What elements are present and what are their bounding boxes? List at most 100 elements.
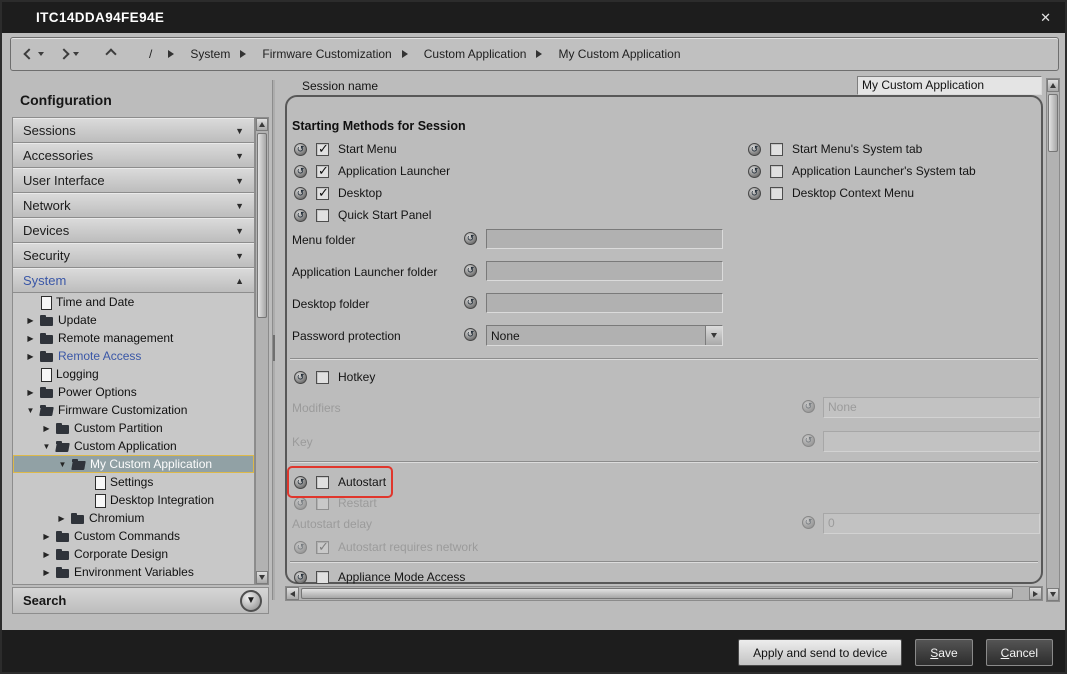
desktop-folder-field[interactable] [486,293,723,313]
breadcrumb-item-custom-application[interactable]: Custom Application [424,47,527,61]
main-vertical-scrollbar[interactable] [1046,78,1060,602]
tree-expand-arrow[interactable]: ▶ [41,568,52,577]
reset-param-icon[interactable] [464,328,477,341]
application-launcher-checkbox[interactable] [316,165,329,178]
tree-item-custom-partition[interactable]: ▶ Custom Partition [13,419,254,437]
sidebar-item-devices[interactable]: Devices ▼ [13,218,254,243]
reset-param-icon[interactable] [464,296,477,309]
scroll-up-button[interactable] [256,118,268,131]
tree-expand-arrow[interactable]: ▼ [57,460,68,469]
scrollbar-thumb[interactable] [257,133,267,318]
scrollbar-thumb[interactable] [301,588,1013,599]
tree-expand-arrow[interactable]: ▶ [41,550,52,559]
setup-dialog-window: ITC14DDA94FE94E ✕ / System Firmware Cust… [0,0,1067,674]
tree-expand-arrow[interactable]: ▼ [41,442,52,451]
tree-item-corporate-design[interactable]: ▶ Corporate Design [13,545,254,563]
reset-param-icon[interactable] [294,143,307,156]
caret-down-icon[interactable] [38,52,44,56]
password-protection-select[interactable]: None [486,325,723,346]
main-horizontal-scrollbar[interactable] [285,586,1043,601]
reset-param-icon[interactable] [294,571,307,584]
apply-and-send-button[interactable]: Apply and send to device [738,639,902,666]
reset-param-icon[interactable] [464,232,477,245]
session-name-field[interactable]: My Custom Application [857,76,1042,95]
tree-item-my-custom-application[interactable]: ▼ My Custom Application [13,455,254,473]
tree-expand-arrow[interactable]: ▶ [56,514,67,523]
tree-item-logging[interactable]: Logging [13,365,254,383]
tree-item-firmware-customization[interactable]: ▼ Firmware Customization [13,401,254,419]
menu-folder-field[interactable] [486,229,723,249]
scrollbar-thumb[interactable] [1048,94,1058,152]
sidebar-item-sessions[interactable]: Sessions ▼ [13,118,254,143]
tree-expand-arrow[interactable]: ▶ [25,316,36,325]
tree-item-environment-variables[interactable]: ▶ Environment Variables [13,563,254,581]
dropdown-arrow-button[interactable] [705,326,722,345]
scroll-left-button[interactable] [286,587,299,600]
breadcrumb-item-system[interactable]: System [190,47,230,61]
search-expand-button[interactable]: ▼ [240,590,262,612]
tree-expand-arrow[interactable]: ▼ [25,406,36,415]
start-menu-system-tab-checkbox[interactable] [770,143,783,156]
sidebar-item-network[interactable]: Network ▼ [13,193,254,218]
checkbox-label: Quick Start Panel [338,208,431,222]
tree-item-time-and-date[interactable]: Time and Date [13,293,254,311]
scroll-up-button[interactable] [1047,79,1059,92]
close-icon[interactable]: ✕ [1040,10,1051,26]
tree-item-label: Desktop Integration [110,493,214,507]
desktop-context-menu-checkbox[interactable] [770,187,783,200]
application-launcher-system-tab-checkbox[interactable] [770,165,783,178]
separator [290,461,1038,463]
tree-expand-arrow[interactable]: ▶ [25,334,36,343]
scroll-down-button[interactable] [1047,588,1059,601]
save-button[interactable]: Save [915,639,972,666]
tree-item-remote-management[interactable]: ▶ Remote management [13,329,254,347]
tree-item-custom-application[interactable]: ▼ Custom Application [13,437,254,455]
tree-item-power-options[interactable]: ▶ Power Options [13,383,254,401]
sidebar-item-accessories[interactable]: Accessories ▼ [13,143,254,168]
caret-down-icon[interactable] [73,52,79,56]
tree-item-remote-access[interactable]: ▶ Remote Access [13,347,254,365]
reset-param-icon[interactable] [294,371,307,384]
sidebar-item-security[interactable]: Security ▼ [13,243,254,268]
tree-expand-arrow[interactable]: ▶ [41,532,52,541]
cancel-button[interactable]: Cancel [986,639,1053,666]
reset-param-icon[interactable] [748,187,761,200]
checkbox-label: Hotkey [338,370,375,384]
search-bar: Search ▼ [12,587,269,614]
reset-param-icon[interactable] [294,187,307,200]
triangle-right-icon [402,50,408,58]
tree-item-clipped[interactable] [13,581,254,585]
sidebar-item-system[interactable]: System ▲ [13,268,254,293]
breadcrumb-root[interactable]: / [149,47,152,61]
nav-forward-button[interactable] [60,50,79,58]
desktop-checkbox[interactable] [316,187,329,200]
breadcrumb-item-my-custom-application[interactable]: My Custom Application [558,47,680,61]
sidebar-item-user-interface[interactable]: User Interface ▼ [13,168,254,193]
quick-start-panel-checkbox[interactable] [316,209,329,222]
reset-param-icon[interactable] [748,143,761,156]
reset-param-icon[interactable] [464,264,477,277]
panel-splitter[interactable] [272,80,275,600]
tree-item-settings[interactable]: Settings [13,473,254,491]
sidebar-scrollbar[interactable] [255,117,269,585]
nav-back-button[interactable] [25,50,44,58]
application-launcher-folder-field[interactable] [486,261,723,281]
breadcrumb-item-firmware-customization[interactable]: Firmware Customization [262,47,391,61]
reset-param-icon[interactable] [294,209,307,222]
nav-up-button[interactable] [107,50,115,58]
reset-param-icon[interactable] [294,165,307,178]
hotkey-checkbox[interactable] [316,371,329,384]
reset-param-icon[interactable] [748,165,761,178]
tree-item-chromium[interactable]: ▶ Chromium [13,509,254,527]
appliance-mode-access-checkbox[interactable] [316,571,329,584]
tree-expand-arrow[interactable]: ▶ [41,424,52,433]
tree-item-update[interactable]: ▶ Update [13,311,254,329]
scroll-down-button[interactable] [256,571,268,584]
tree-item-custom-commands[interactable]: ▶ Custom Commands [13,527,254,545]
tree-item-desktop-integration[interactable]: Desktop Integration [13,491,254,509]
tree-item-label: Custom Commands [74,529,180,543]
tree-expand-arrow[interactable]: ▶ [25,388,36,397]
start-menu-checkbox[interactable] [316,143,329,156]
scroll-right-button[interactable] [1029,587,1042,600]
tree-expand-arrow[interactable]: ▶ [25,352,36,361]
